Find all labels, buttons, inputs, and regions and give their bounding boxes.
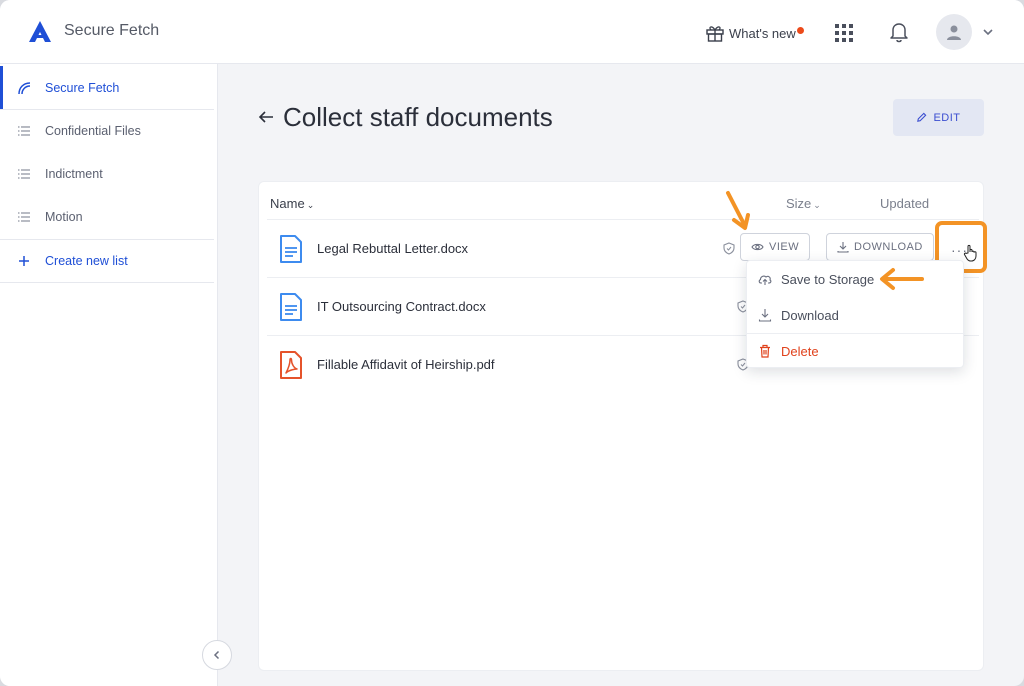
- user-avatar[interactable]: [936, 14, 972, 50]
- sidebar-item-label: Motion: [45, 209, 83, 224]
- menu-item-label: Save to Storage: [781, 271, 875, 287]
- list-icon: [18, 126, 30, 136]
- sidebar-item-secure-fetch[interactable]: Secure Fetch: [0, 66, 214, 109]
- file-name[interactable]: Fillable Affidavit of Heirship.pdf: [317, 357, 495, 372]
- trash-icon: [760, 344, 770, 358]
- list-icon: [18, 169, 30, 179]
- column-size-label: Size: [786, 196, 812, 211]
- column-header-updated[interactable]: Updated: [880, 196, 929, 211]
- doc-file-icon: [280, 235, 302, 263]
- doc-file-icon: [280, 293, 302, 321]
- sidebar-item-label: Indictment: [45, 166, 103, 181]
- download-button[interactable]: DOWNLOAD: [826, 233, 934, 261]
- sidebar-item-motion[interactable]: Motion: [0, 195, 214, 238]
- page-title: Collect staff documents: [283, 102, 553, 132]
- app-window: Secure Fetch What's new Secure Fetch Con…: [0, 0, 1024, 686]
- gift-icon: [706, 26, 724, 42]
- eye-icon: [751, 243, 764, 251]
- shield-icon: [723, 242, 735, 255]
- pdf-file-icon: [280, 351, 302, 379]
- notification-dot: [796, 26, 804, 34]
- chevron-left-icon: [213, 650, 220, 660]
- menu-item-delete[interactable]: Delete: [747, 334, 965, 368]
- more-options-menu: Save to Storage Download Delete: [746, 260, 965, 368]
- edit-label: EDIT: [933, 111, 961, 124]
- menu-item-label: Delete: [781, 343, 819, 359]
- whats-new-label-wrap: What's new: [729, 25, 804, 41]
- hand-cursor-icon: [963, 244, 977, 262]
- files-table: Name ⌄ Size ⌄ Updated Legal Rebuttal Lette…: [258, 181, 984, 671]
- chevron-down-icon[interactable]: [982, 27, 994, 37]
- sidebar-item-confidential-files[interactable]: Confidential Files: [0, 109, 214, 152]
- secure-fetch-icon: [18, 82, 31, 95]
- logo-icon: [29, 21, 51, 42]
- sidebar-item-label: Confidential Files: [45, 123, 141, 138]
- user-icon: [947, 25, 961, 40]
- collapse-sidebar-button[interactable]: [202, 640, 232, 670]
- download-label: DOWNLOAD: [854, 241, 923, 253]
- app-title: Secure Fetch: [64, 22, 160, 39]
- top-bar: Secure Fetch What's new: [0, 0, 1024, 64]
- create-new-list-button[interactable]: Create new list: [0, 239, 214, 282]
- chevron-down-icon: ⌄: [306, 200, 315, 210]
- chevron-down-icon: ⌄: [813, 200, 821, 210]
- plus-icon: [19, 256, 29, 266]
- sidebar-divider: [0, 282, 214, 283]
- column-header-size[interactable]: Size ⌄: [786, 196, 821, 211]
- pencil-icon: [917, 112, 927, 122]
- menu-item-download[interactable]: Download: [747, 298, 965, 332]
- back-arrow-icon[interactable]: [258, 110, 274, 124]
- menu-item-save-to-storage[interactable]: Save to Storage: [747, 262, 965, 296]
- whats-new-label: What's new: [729, 25, 796, 41]
- apps-grid-icon[interactable]: [834, 23, 854, 43]
- edit-button[interactable]: EDIT: [893, 99, 984, 136]
- download-icon: [758, 309, 772, 322]
- view-button[interactable]: VIEW: [740, 233, 811, 261]
- menu-item-label: Download: [781, 307, 839, 323]
- download-icon: [837, 242, 849, 253]
- column-header-name[interactable]: Name ⌄: [270, 196, 314, 211]
- sidebar-item-label: Secure Fetch: [45, 80, 120, 95]
- list-icon: [18, 212, 30, 222]
- file-name[interactable]: IT Outsourcing Contract.docx: [317, 299, 486, 314]
- file-name[interactable]: Legal Rebuttal Letter.docx: [317, 241, 468, 256]
- view-label: VIEW: [769, 241, 800, 253]
- bell-icon[interactable]: [889, 21, 909, 43]
- sidebar: Secure Fetch Confidential Files Indictme…: [0, 64, 218, 686]
- create-new-list-label: Create new list: [45, 253, 128, 268]
- whats-new-button[interactable]: What's new: [705, 22, 804, 44]
- cloud-upload-icon: [758, 275, 772, 285]
- column-name-label: Name: [270, 196, 305, 211]
- sidebar-item-indictment[interactable]: Indictment: [0, 152, 214, 195]
